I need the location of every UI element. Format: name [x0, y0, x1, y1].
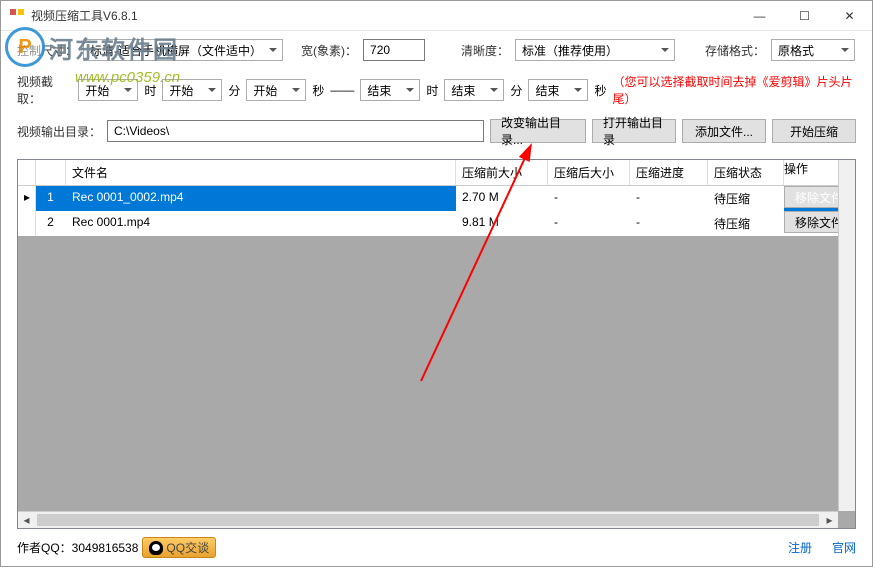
- open-dir-button[interactable]: 打开输出目录: [592, 119, 676, 143]
- maximize-button[interactable]: ☐: [782, 1, 827, 30]
- format-label: 存储格式：: [705, 42, 765, 59]
- website-link[interactable]: 官网: [832, 539, 856, 556]
- min-unit-2: 分: [510, 82, 522, 99]
- format-select[interactable]: 原格式: [771, 39, 855, 61]
- author-label: 作者QQ：3049816538: [17, 539, 138, 556]
- end-hour-select[interactable]: 结束: [360, 79, 420, 101]
- table-row[interactable]: 2 Rec 0001.mp4 9.81 M - - 待压缩 移除文件: [18, 211, 855, 236]
- minimize-button[interactable]: —: [737, 1, 782, 30]
- hour-unit: 时: [144, 82, 156, 99]
- title-bar: 视频压缩工具V6.8.1 — ☐ ✕: [1, 1, 872, 31]
- col-progress[interactable]: 压缩进度: [630, 160, 708, 185]
- footer: 作者QQ：3049816538 QQ交谈 注册 官网: [1, 529, 872, 566]
- col-before[interactable]: 压缩前大小: [456, 160, 548, 185]
- clarity-label: 清晰度：: [461, 42, 509, 59]
- clarity-select[interactable]: 标准（推荐使用）: [515, 39, 675, 61]
- width-label: 宽(象素)：: [301, 42, 357, 59]
- col-status[interactable]: 压缩状态: [708, 160, 784, 185]
- hour-unit-2: 时: [426, 82, 438, 99]
- min-unit: 分: [228, 82, 240, 99]
- size-label: 控制尺寸：: [17, 42, 77, 59]
- output-dir-label: 视频输出目录：: [17, 123, 101, 140]
- close-button[interactable]: ✕: [827, 1, 872, 30]
- vertical-scrollbar[interactable]: [838, 160, 855, 511]
- start-sec-select[interactable]: 开始: [246, 79, 306, 101]
- size-select[interactable]: 标清-适合手机横屏（文件适中）: [83, 39, 283, 61]
- qq-chat-button[interactable]: QQ交谈: [142, 537, 216, 558]
- table-row[interactable]: ▸ 1 Rec 0001_0002.mp4 2.70 M - - 待压缩 移除文…: [18, 186, 855, 211]
- table-header: 文件名 压缩前大小 压缩后大小 压缩进度 压缩状态 操作: [18, 160, 855, 186]
- end-min-select[interactable]: 结束: [444, 79, 504, 101]
- end-sec-select[interactable]: 结束: [528, 79, 588, 101]
- sec-unit: 秒: [312, 82, 324, 99]
- scroll-thumb[interactable]: [37, 514, 819, 526]
- window-title: 视频压缩工具V6.8.1: [31, 7, 138, 24]
- start-hour-select[interactable]: 开始: [78, 79, 138, 101]
- col-after[interactable]: 压缩后大小: [548, 160, 630, 185]
- horizontal-scrollbar[interactable]: ◂ ▸: [18, 511, 838, 528]
- sec-unit-2: 秒: [594, 82, 606, 99]
- start-min-select[interactable]: 开始: [162, 79, 222, 101]
- width-input[interactable]: 720: [363, 39, 425, 61]
- add-file-button[interactable]: 添加文件...: [682, 119, 766, 143]
- clip-label: 视频截取：: [17, 73, 72, 107]
- scroll-left-icon[interactable]: ◂: [18, 512, 35, 528]
- window-controls: — ☐ ✕: [737, 1, 872, 30]
- clip-hint: （您可以选择截取时间去掉《爱剪辑》片头片尾）: [612, 73, 856, 107]
- col-filename[interactable]: 文件名: [66, 160, 456, 185]
- time-separator: ——: [330, 83, 354, 97]
- change-dir-button[interactable]: 改变输出目录...: [490, 119, 586, 143]
- scroll-right-icon[interactable]: ▸: [821, 512, 838, 528]
- output-dir-input[interactable]: C:\Videos\: [107, 120, 484, 142]
- file-table: 文件名 压缩前大小 压缩后大小 压缩进度 压缩状态 操作 ▸ 1 Rec 000…: [17, 159, 856, 529]
- start-compress-button[interactable]: 开始压缩: [772, 119, 856, 143]
- qq-penguin-icon: [149, 541, 163, 555]
- register-link[interactable]: 注册: [788, 539, 812, 556]
- app-icon: [9, 8, 25, 24]
